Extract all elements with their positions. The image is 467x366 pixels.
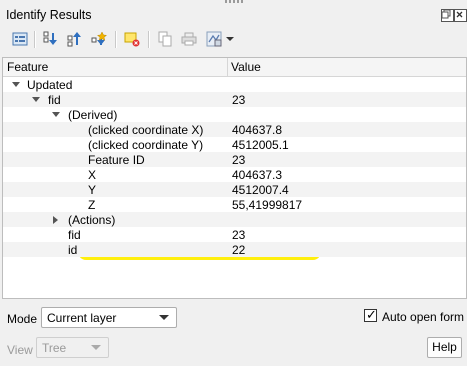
toolbar-separator [148, 31, 150, 48]
tree-row-label: Feature ID [88, 153, 145, 167]
tree-row-value: 404637.3 [232, 168, 283, 182]
tree-row-attribute[interactable]: (clicked coordinate Y) 4512005.1 [3, 137, 466, 152]
print-button[interactable] [178, 28, 200, 50]
expand-arrow-icon[interactable] [32, 97, 40, 102]
chevron-down-icon [159, 315, 169, 320]
mode-select[interactable]: Current layer [41, 307, 177, 328]
tree-row-attribute[interactable]: Feature ID 23 [3, 152, 466, 167]
tree-header: Feature Value [3, 58, 466, 77]
tree-row-layer[interactable]: Updated [3, 77, 466, 92]
tree-row-value: 55,41999817 [232, 198, 303, 212]
toolbar [0, 28, 467, 54]
toolbar-separator [34, 31, 36, 48]
tree-row-attribute[interactable]: X 404637.3 [3, 167, 466, 182]
tree-row-feature[interactable]: fid 23 [3, 92, 466, 107]
expand-tree-button[interactable] [88, 28, 110, 50]
expand-tree-icon [91, 31, 107, 45]
tree-row-label: (clicked coordinate X) [88, 123, 204, 137]
tree-row-label: Z [88, 198, 96, 212]
tree-row-value: 23 [232, 228, 246, 242]
copy-button[interactable] [154, 28, 176, 50]
tree-row-value: 4512007.4 [232, 183, 289, 197]
expand-new-features-icon [12, 32, 28, 46]
expand-new-features-button[interactable] [9, 28, 31, 50]
auto-open-form-label[interactable]: Auto open form [382, 310, 464, 324]
collapse-all-button[interactable] [64, 28, 86, 50]
tree-row-label: (Derived) [68, 108, 118, 122]
title-bar: Identify Results [0, 0, 467, 26]
drag-grip[interactable] [225, 0, 245, 3]
column-divider[interactable] [227, 58, 228, 76]
expand-arrow-icon[interactable] [12, 82, 20, 87]
tree-row-label: X [88, 168, 97, 182]
tree-row-label: fid [68, 228, 81, 242]
tree-row-actions[interactable]: (Actions) [3, 212, 466, 227]
clear-highlight-button[interactable] [121, 28, 143, 50]
clear-highlight-icon [124, 32, 140, 47]
expand-arrow-icon[interactable] [53, 216, 58, 224]
column-header-feature[interactable]: Feature [7, 60, 48, 74]
expand-arrow-icon[interactable] [52, 112, 60, 117]
tree-row-label: Y [88, 183, 97, 197]
tree-row-attribute[interactable]: fid 23 [3, 227, 466, 242]
print-icon [181, 32, 197, 46]
tree-row-value: 23 [232, 93, 246, 107]
collapse-all-icon [67, 32, 81, 47]
mode-label: Mode [7, 312, 38, 326]
panel-title: Identify Results [6, 8, 92, 22]
view-select[interactable]: Tree [36, 337, 109, 358]
tree-row-attribute[interactable]: (clicked coordinate X) 404637.8 [3, 122, 466, 137]
tree-row-attribute[interactable]: Z 55,41999817 [3, 197, 466, 212]
tree-row-label: (Actions) [68, 213, 116, 227]
tree-row-value: 4512005.1 [232, 138, 289, 152]
close-panel-icon[interactable] [454, 9, 467, 22]
expand-all-icon [43, 31, 57, 45]
checkmark-icon: ✓ [366, 307, 377, 322]
tree-row-value: 22 [232, 243, 246, 257]
mode-select-value: Current layer [47, 311, 117, 325]
expand-all-button[interactable] [40, 28, 62, 50]
select-features-button[interactable] [203, 28, 225, 50]
tree-row-label: id [68, 243, 78, 257]
view-label: View [7, 343, 33, 357]
auto-open-form-checkbox[interactable]: ✓ [364, 307, 377, 322]
help-button[interactable]: Help [427, 337, 462, 358]
select-features-icon [206, 31, 222, 47]
copy-icon [158, 31, 172, 47]
chevron-down-icon [91, 345, 101, 350]
tree-row-label: Updated [27, 78, 73, 92]
toolbar-separator [115, 31, 117, 48]
tree-row-value: 23 [232, 153, 246, 167]
tree-row-attribute[interactable]: id 22 [3, 242, 466, 257]
chevron-down-icon [226, 37, 234, 41]
column-header-value[interactable]: Value [231, 60, 261, 74]
tree-row-derived[interactable]: (Derived) [3, 107, 466, 122]
tree-row-value: 404637.8 [232, 123, 283, 137]
select-features-dropdown[interactable] [223, 28, 237, 50]
tree-row-label: (clicked coordinate Y) [88, 138, 204, 152]
tree-row-attribute[interactable]: Y 4512007.4 [3, 182, 466, 197]
float-panel-icon[interactable] [441, 9, 454, 22]
view-select-value: Tree [42, 341, 67, 355]
tree-row-label: fid [48, 93, 61, 107]
results-tree[interactable]: Feature Value Updated fid 23 (Derived) (… [2, 57, 467, 299]
